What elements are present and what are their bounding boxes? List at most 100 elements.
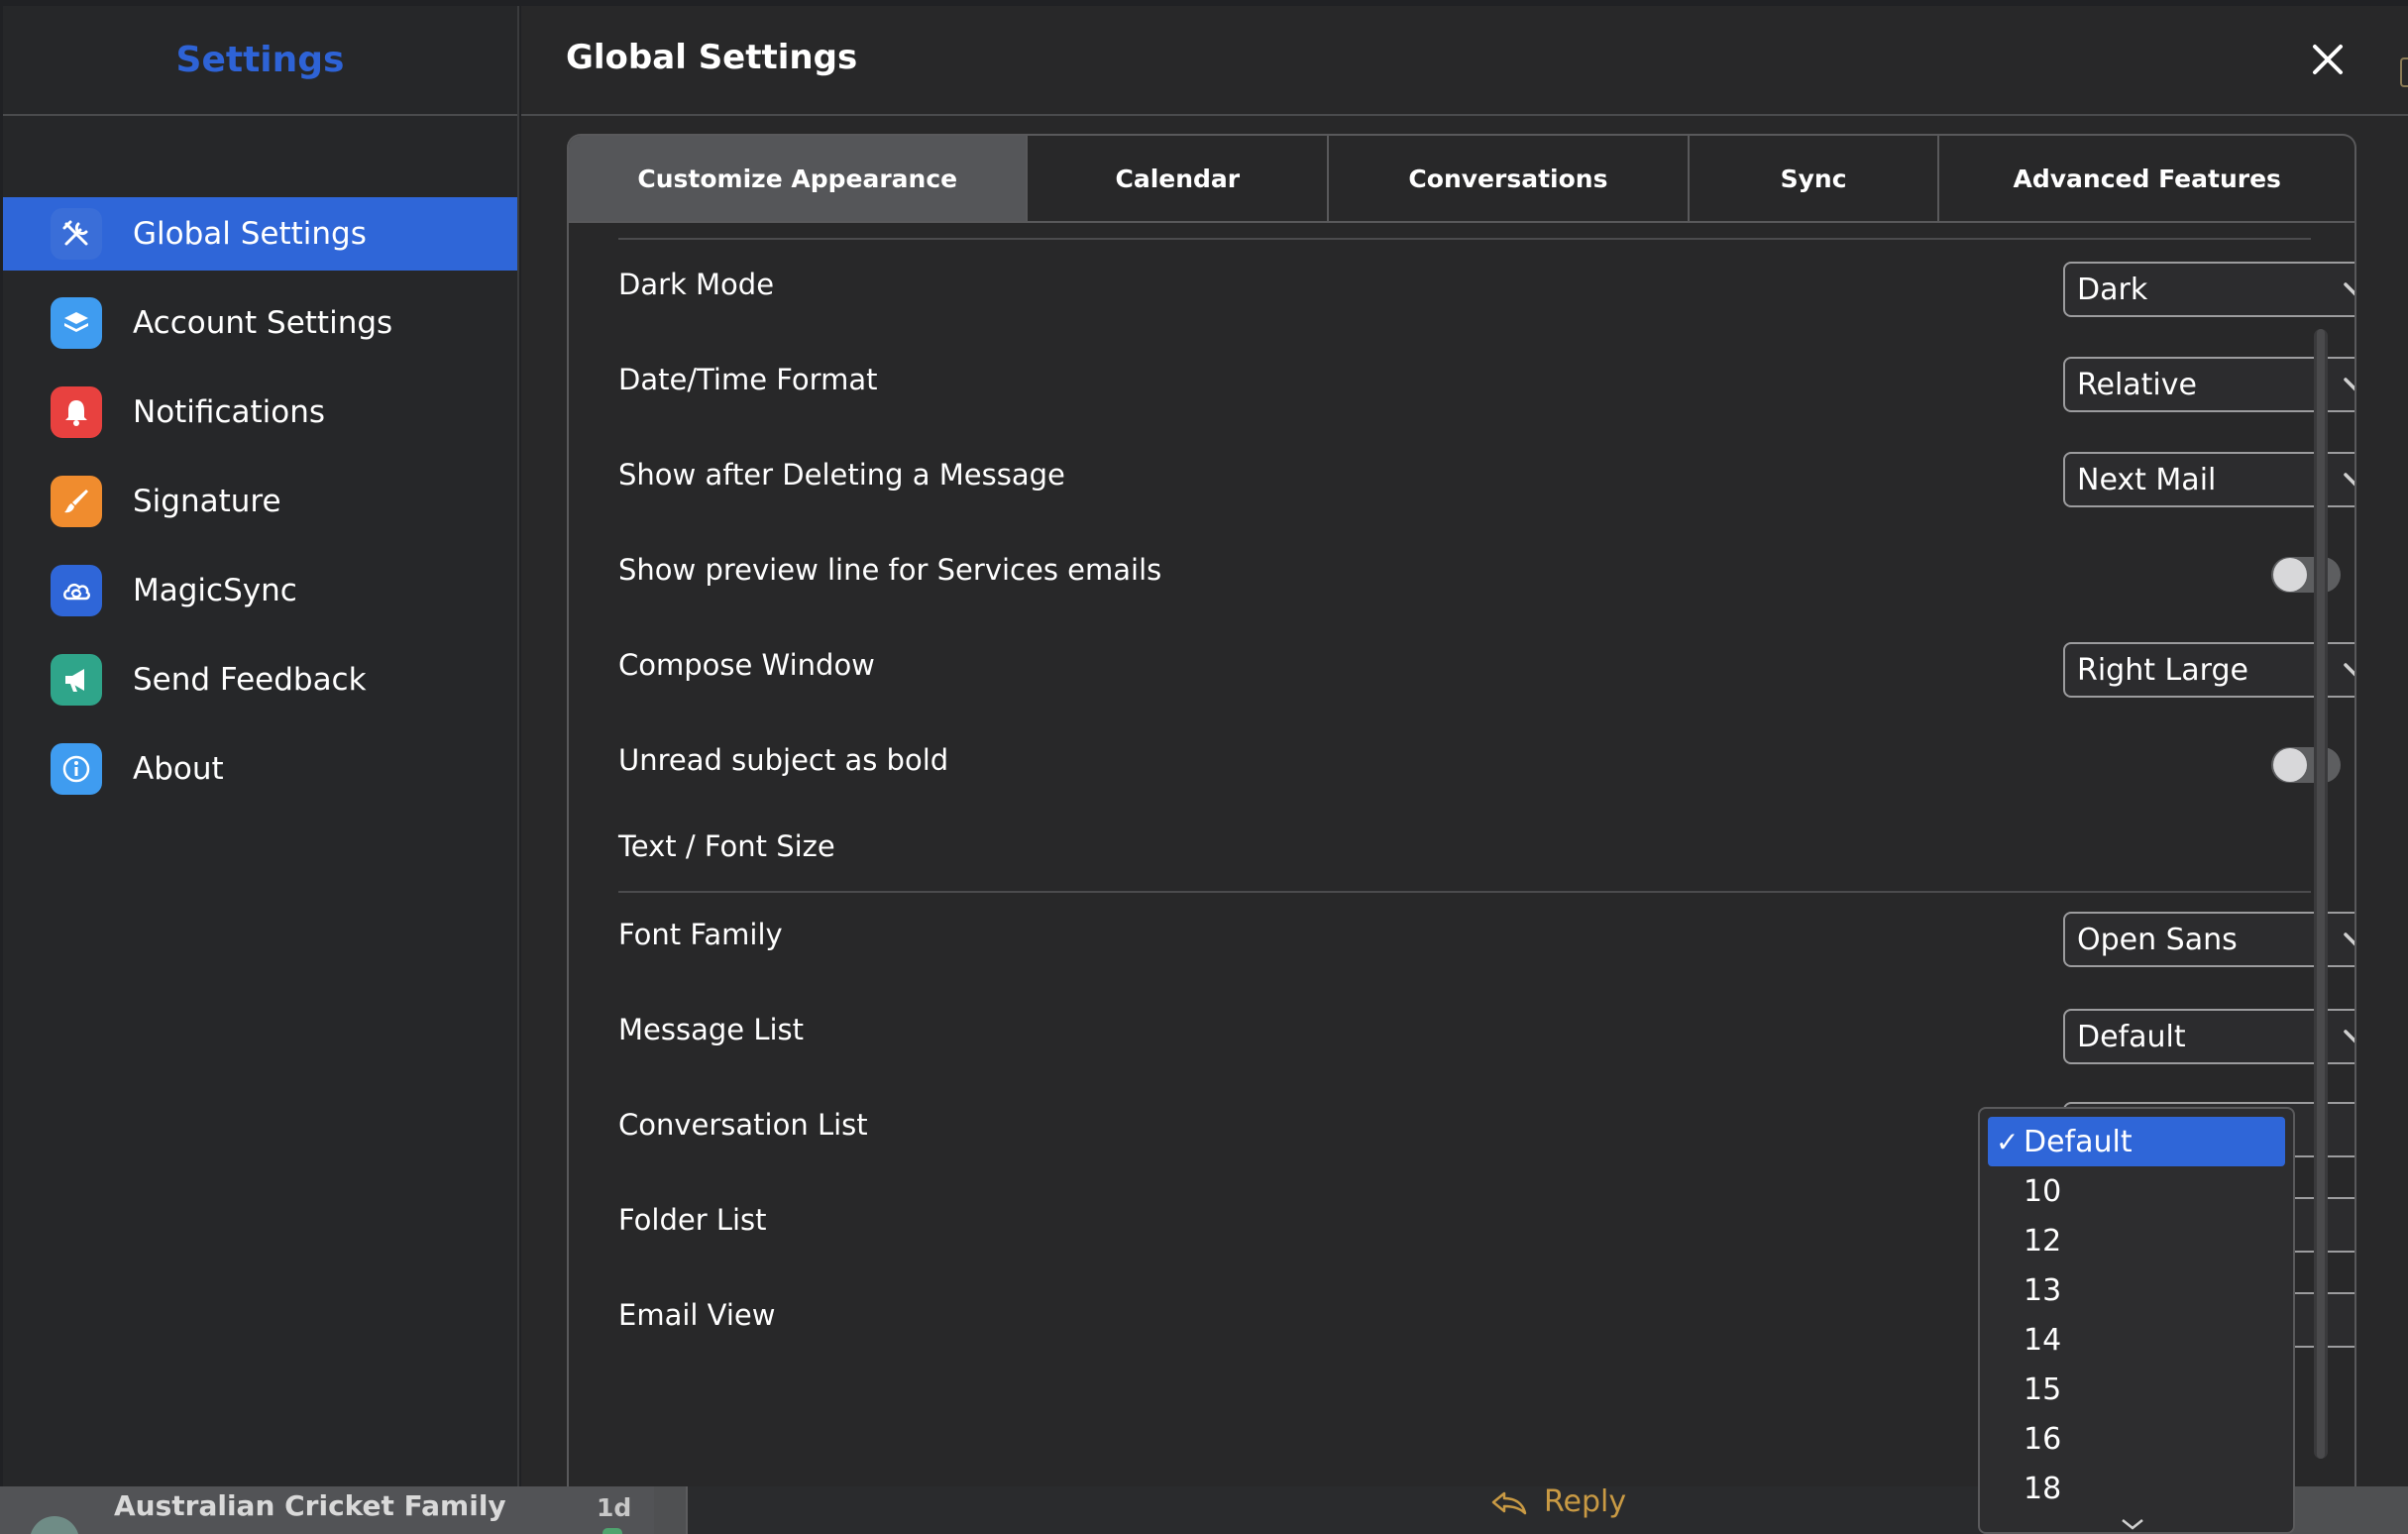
tab-advanced-features[interactable]: Advanced Features [1939, 136, 2354, 221]
dropdown-option-default[interactable]: ✓ Default [1988, 1117, 2285, 1166]
sidebar-item-magicsync[interactable]: MagicSync [3, 554, 517, 627]
conversation-row[interactable]: Australian Cricket Family 1d [0, 1486, 654, 1534]
tab-customize-appearance[interactable]: Customize Appearance [569, 136, 1029, 221]
option-label: Default [2024, 1124, 2133, 1159]
setting-label: Font Family [618, 918, 783, 951]
brush-icon [51, 476, 102, 527]
sidebar-item-label: Global Settings [133, 216, 367, 252]
select-value: Next Mail [2077, 463, 2217, 497]
tab-conversations[interactable]: Conversations [1329, 136, 1690, 221]
setting-dark-mode: Dark Mode Dark [618, 258, 2354, 317]
dropdown-option[interactable]: 16 [1980, 1414, 2293, 1464]
reply-button[interactable]: Reply [1490, 1484, 1626, 1519]
dropdown-option[interactable]: 18 [1980, 1464, 2293, 1513]
sidebar-item-global-settings[interactable]: Global Settings [3, 197, 517, 271]
avatar [30, 1516, 79, 1534]
select-value: Open Sans [2077, 923, 2238, 957]
conversation-time: 1d [597, 1493, 632, 1522]
setting-after-delete: Show after Deleting a Message Next Mail [618, 448, 2354, 507]
chevron-down-icon [2344, 663, 2354, 677]
sidebar-item-notifications[interactable]: Notifications [3, 376, 517, 449]
dropdown-option[interactable]: 12 [1980, 1216, 2293, 1265]
chevron-down-icon [2344, 473, 2354, 487]
reply-label: Reply [1544, 1484, 1627, 1519]
bell-icon [51, 386, 102, 438]
sidebar-item-send-feedback[interactable]: Send Feedback [3, 643, 517, 716]
setting-label: Folder List [618, 1203, 767, 1237]
sidebar-title: Settings [175, 40, 345, 80]
chevron-down-icon [2344, 378, 2354, 391]
sidebar-item-label: About [133, 751, 224, 787]
panel-header: Global Settings [521, 6, 2408, 116]
sidebar-header: Settings [3, 6, 517, 116]
check-icon: ✓ [1996, 1125, 2020, 1158]
dropdown-option[interactable]: 13 [1980, 1265, 2293, 1315]
sidebar-item-about[interactable]: About [3, 732, 517, 806]
edge-indicator [2400, 57, 2408, 87]
setting-label: Show preview line for Services emails [618, 553, 1162, 587]
tab-sync[interactable]: Sync [1690, 136, 1940, 221]
toggle-knob [2273, 558, 2307, 592]
setting-label: Conversation List [618, 1108, 868, 1142]
page-title: Global Settings [566, 38, 858, 77]
app-window: Settings Global Settings Account Setting… [0, 0, 2408, 1534]
select-value: Dark [2077, 273, 2148, 307]
font-size-section-title: Text / Font Size [618, 829, 835, 863]
setting-font-family: Font Family Open Sans [618, 908, 2354, 967]
dark-mode-select[interactable]: Dark [2063, 262, 2354, 317]
conversation-name: Australian Cricket Family [114, 1489, 506, 1522]
datetime-format-select[interactable]: Relative [2063, 357, 2354, 412]
setting-compose-window: Compose Window Right Large [618, 638, 2354, 698]
preview-line-toggle[interactable] [2271, 557, 2341, 593]
tab-bar: Customize Appearance Calendar Conversati… [569, 136, 2354, 223]
toggle-knob [2273, 748, 2307, 782]
setting-message-list: Message List Default [618, 1003, 2354, 1064]
sidebar-item-label: MagicSync [133, 573, 297, 608]
select-value: Relative [2077, 368, 2197, 402]
dropdown-option[interactable]: 15 [1980, 1365, 2293, 1414]
font-family-select[interactable]: Open Sans [2063, 912, 2354, 967]
reply-icon [1491, 1491, 1527, 1514]
font-size-dropdown: ✓ Default 10 12 13 14 15 16 18 [1978, 1107, 2295, 1534]
sidebar-item-label: Account Settings [133, 305, 393, 341]
sidebar-nav: Global Settings Account Settings Notific… [3, 197, 517, 806]
setting-label: Dark Mode [618, 268, 775, 301]
chevron-down-icon [2344, 932, 2354, 946]
chevron-down-icon [2344, 282, 2354, 296]
chevron-down-icon [2344, 1030, 2354, 1043]
setting-label: Compose Window [618, 648, 875, 682]
select-value: Default [2077, 1020, 2186, 1054]
tab-calendar[interactable]: Calendar [1028, 136, 1330, 221]
select-value: Right Large [2077, 653, 2248, 688]
divider [618, 238, 2311, 240]
chevron-down-icon[interactable] [2119, 1518, 2146, 1530]
layers-icon [51, 297, 102, 349]
scrollbar[interactable] [2314, 329, 2328, 1459]
after-delete-select[interactable]: Next Mail [2063, 452, 2354, 507]
sidebar-item-signature[interactable]: Signature [3, 465, 517, 538]
setting-label: Email View [618, 1298, 776, 1332]
reply-bar: Reply [686, 1484, 1994, 1534]
cloud-sync-icon [51, 565, 102, 616]
setting-datetime-format: Date/Time Format Relative [618, 353, 2354, 412]
unread-dot [602, 1528, 622, 1534]
setting-unread-bold: Unread subject as bold [618, 733, 2341, 793]
close-icon[interactable] [2310, 42, 2346, 77]
compose-window-select[interactable]: Right Large [2063, 642, 2354, 698]
setting-label: Message List [618, 1013, 805, 1046]
sidebar-item-label: Signature [133, 484, 281, 519]
scrollbar-thumb[interactable] [2317, 329, 2325, 1459]
setting-label: Date/Time Format [618, 363, 878, 396]
sidebar: Settings Global Settings Account Setting… [3, 6, 519, 1486]
info-icon [51, 743, 102, 795]
sidebar-item-label: Send Feedback [133, 662, 367, 698]
sidebar-item-account-settings[interactable]: Account Settings [3, 286, 517, 360]
message-list-select[interactable]: Default [2063, 1009, 2354, 1064]
megaphone-icon [51, 654, 102, 706]
unread-bold-toggle[interactable] [2271, 747, 2341, 783]
dropdown-option[interactable]: 14 [1980, 1315, 2293, 1365]
setting-label: Unread subject as bold [618, 743, 949, 777]
tools-icon [51, 208, 102, 260]
dropdown-option[interactable]: 10 [1980, 1166, 2293, 1216]
divider [618, 891, 2311, 893]
